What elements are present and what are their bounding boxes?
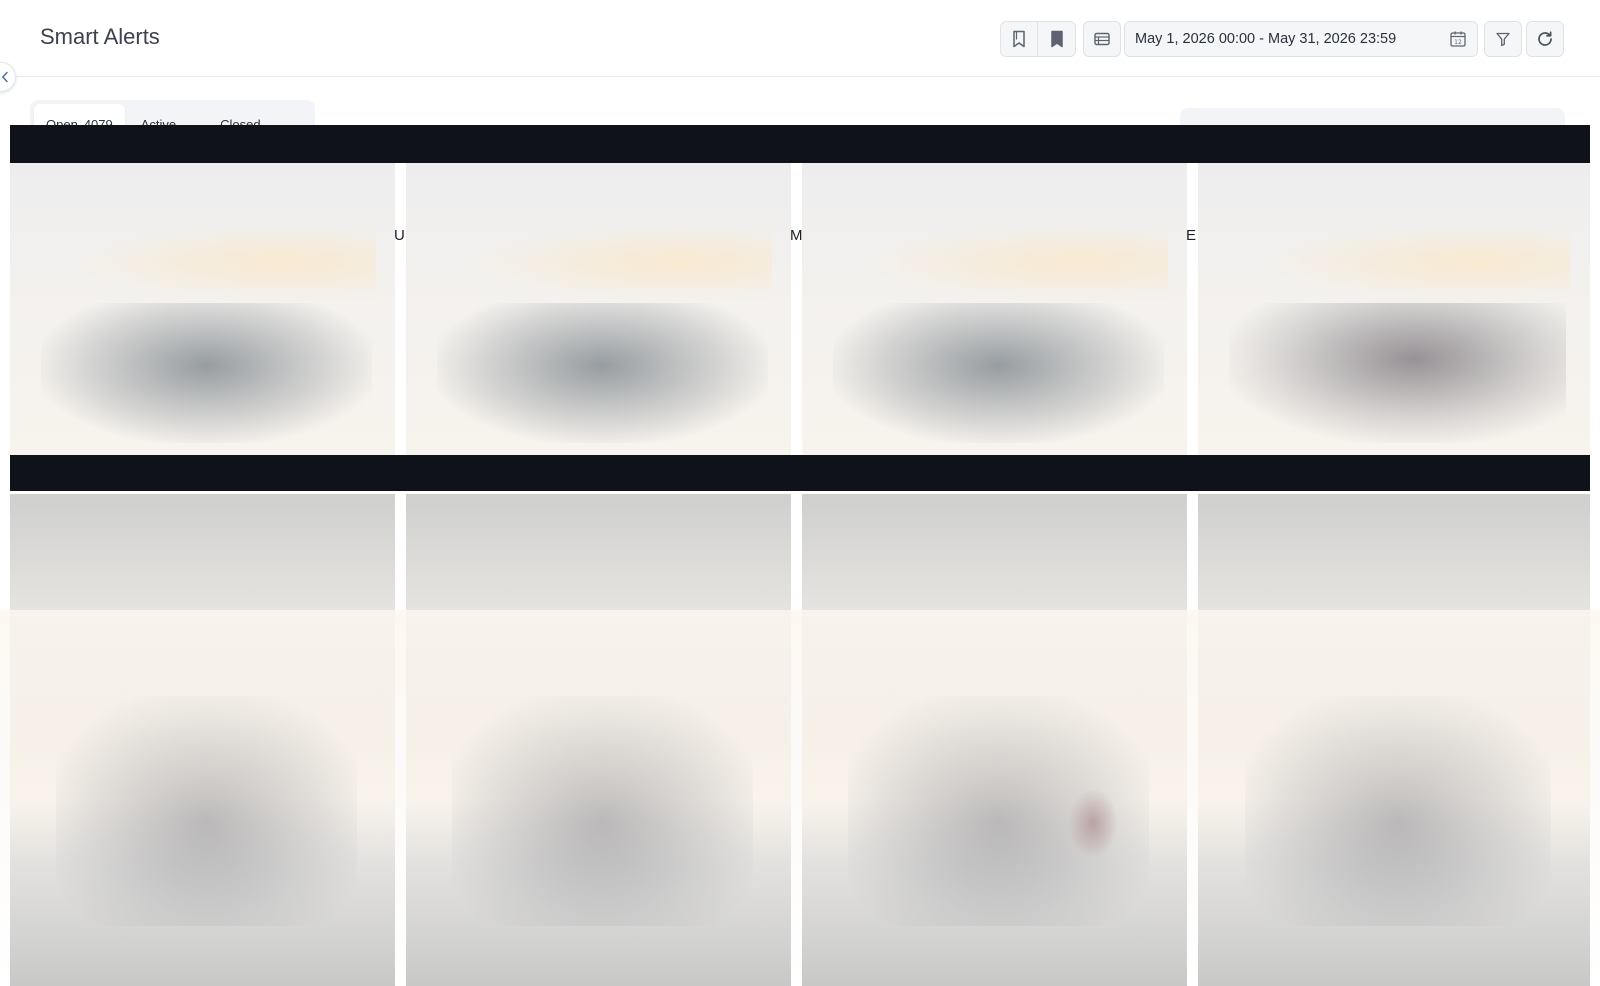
alerts-grid bbox=[10, 163, 1590, 986]
alert-thumbnail bbox=[436, 303, 768, 443]
card-highlight bbox=[1256, 223, 1571, 303]
filter-button-group bbox=[1484, 21, 1522, 57]
table-view-button[interactable] bbox=[1083, 21, 1121, 57]
refresh-button[interactable] bbox=[1526, 21, 1564, 57]
alert-thumbnail bbox=[452, 696, 753, 926]
redaction-bar bbox=[10, 125, 1590, 163]
bookmark-filled-icon bbox=[1050, 30, 1063, 48]
card-edge-text: U bbox=[394, 227, 405, 244]
saved-bookmarks-button[interactable] bbox=[1038, 21, 1076, 57]
date-range-picker[interactable]: May 1, 2026 00:00 - May 31, 2026 23:59 1… bbox=[1124, 21, 1478, 57]
alert-card[interactable] bbox=[802, 163, 1187, 455]
bookmark-outline-icon bbox=[1013, 30, 1025, 48]
card-highlight bbox=[463, 223, 772, 303]
page-title: Smart Alerts bbox=[40, 24, 160, 49]
card-edge-text: M bbox=[790, 227, 803, 244]
alert-card[interactable] bbox=[406, 494, 791, 986]
alert-thumbnail bbox=[1245, 696, 1551, 926]
refresh-button-group bbox=[1526, 21, 1564, 57]
alert-thumbnail bbox=[40, 303, 372, 443]
card-highlight bbox=[859, 223, 1168, 303]
alert-card[interactable] bbox=[802, 494, 1187, 986]
filter-icon bbox=[1496, 32, 1510, 47]
card-highlight bbox=[67, 223, 376, 303]
card-edge-text: E bbox=[1186, 227, 1197, 244]
alert-card[interactable] bbox=[10, 163, 395, 455]
bookmark-button[interactable] bbox=[1000, 21, 1038, 57]
table-view-icon bbox=[1094, 32, 1110, 46]
date-range-value: May 1, 2026 00:00 - May 31, 2026 23:59 bbox=[1135, 31, 1397, 47]
alert-thumbnail bbox=[832, 303, 1164, 443]
filter-button[interactable] bbox=[1484, 21, 1522, 57]
alert-card[interactable] bbox=[406, 163, 791, 455]
alert-card[interactable] bbox=[10, 494, 395, 986]
redaction-bar bbox=[10, 455, 1590, 491]
alert-thumbnail bbox=[1229, 303, 1567, 443]
alert-thumbnail bbox=[848, 696, 1149, 926]
refresh-icon bbox=[1538, 31, 1552, 46]
calendar-icon[interactable]: 12 bbox=[1449, 30, 1467, 48]
bookmark-button-group bbox=[1000, 21, 1076, 57]
page-header: Smart Alerts May 1, 2026 00:00 - May 31,… bbox=[0, 0, 1600, 77]
alert-card[interactable] bbox=[1198, 163, 1590, 455]
alert-thumbnail bbox=[56, 696, 357, 926]
chevron-left-icon bbox=[1, 71, 8, 83]
svg-text:12: 12 bbox=[1454, 39, 1462, 46]
alert-card[interactable] bbox=[1198, 494, 1590, 986]
view-button-group bbox=[1083, 21, 1121, 57]
